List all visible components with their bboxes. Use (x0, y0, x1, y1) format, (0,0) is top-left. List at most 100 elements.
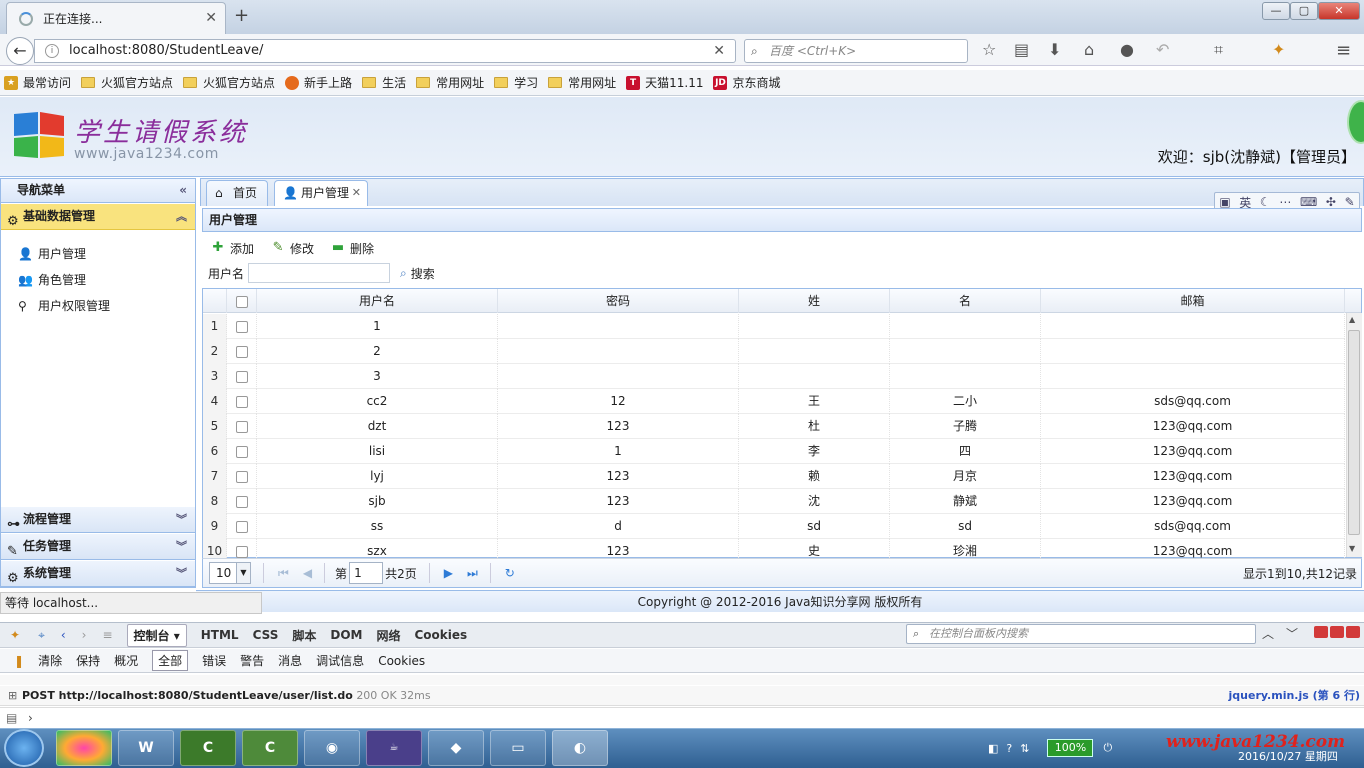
table-row[interactable]: 22 (203, 339, 1345, 364)
console-search-input[interactable]: ⌕ 在控制台面板内搜索 (906, 624, 1256, 644)
inspect-icon[interactable]: ⌖ (38, 628, 45, 643)
pin-icon[interactable]: ✣ (1326, 195, 1336, 209)
row-checkbox[interactable] (235, 370, 248, 383)
console-menu-icon[interactable]: ▤ (6, 708, 17, 728)
filter-all[interactable]: 全部 (152, 650, 189, 671)
column-header-lastname[interactable]: 姓 (739, 289, 890, 313)
help-icon[interactable]: ? (1006, 742, 1012, 755)
taskbar-app-icon[interactable] (56, 730, 112, 766)
profile-button[interactable]: 概况 (114, 652, 138, 669)
download-icon[interactable]: ⬇ (1048, 40, 1061, 59)
next-page-button[interactable]: ▶ (444, 566, 453, 580)
refresh-icon[interactable]: ↻ (505, 566, 515, 580)
console-log-entry[interactable]: ⊞ POST http://localhost:8080/StudentLeav… (0, 686, 1364, 706)
log-source-link[interactable]: jquery.min.js (第 6 行) (1229, 686, 1360, 706)
taskbar-mysql-icon[interactable]: ◆ (428, 730, 484, 766)
column-header-username[interactable]: 用户名 (257, 289, 498, 313)
section-process[interactable]: ⊶ 流程管理 ︾ (1, 507, 195, 533)
username-search-input[interactable] (248, 263, 391, 283)
scroll-down-icon[interactable]: ▼ (1349, 544, 1355, 553)
bookmark-folder[interactable]: 常用网址 (416, 74, 484, 91)
taskbar-word-icon[interactable]: W (118, 730, 174, 766)
tab-home[interactable]: ⌂ 首页 (206, 180, 268, 206)
taskbar-firefox-icon[interactable]: ◐ (552, 730, 608, 766)
column-header-email[interactable]: 邮箱 (1041, 289, 1345, 313)
last-page-button[interactable]: ⏭ (467, 566, 478, 581)
row-checkbox[interactable] (235, 545, 248, 558)
sidebar-item-role-management[interactable]: 👥 角色管理 (18, 271, 86, 288)
search-icon[interactable]: ⌕ (400, 266, 407, 281)
sidebar-item-permission-management[interactable]: ⚲ 用户权限管理 (18, 297, 110, 314)
menu-icon[interactable]: ≡ (1336, 40, 1351, 61)
table-row[interactable]: 11 (203, 314, 1345, 339)
filter-cookies[interactable]: Cookies (378, 654, 425, 668)
tray-icon[interactable]: ◧ (988, 742, 998, 755)
stop-icon[interactable]: ✕ (713, 40, 725, 62)
table-row[interactable]: 33 (203, 364, 1345, 389)
bookmark-folder[interactable]: 生活 (362, 74, 406, 91)
tab-cookies[interactable]: Cookies (414, 628, 467, 642)
row-checkbox[interactable] (235, 320, 248, 333)
row-checkbox[interactable] (235, 420, 248, 433)
tab-css[interactable]: CSS (253, 628, 279, 642)
chevron-down-icon[interactable]: ﹀ (1286, 625, 1298, 642)
dots-icon[interactable]: ⋯ (1279, 195, 1291, 209)
chevron-down-icon[interactable]: ︾ (176, 507, 187, 532)
table-row[interactable]: 9 ss d sd sd sds@qq.com (203, 514, 1345, 539)
firebug-icon[interactable]: ✦ (10, 628, 20, 642)
maximize-button[interactable]: ▢ (1290, 2, 1318, 20)
clock[interactable]: 2016/10/27 星期四 (1238, 748, 1338, 764)
clear-button[interactable]: 清除 (38, 652, 62, 669)
page-size-select[interactable]: 10 ▼ (209, 562, 251, 584)
bookmark-star-icon[interactable]: ☆ (982, 40, 996, 59)
column-header-password[interactable]: 密码 (498, 289, 739, 313)
filter-debug[interactable]: 调试信息 (316, 652, 364, 669)
first-page-button[interactable]: ⏮ (278, 566, 289, 581)
tab-console[interactable]: 控制台 ▾ (126, 623, 187, 647)
tab-network[interactable]: 网络 (376, 627, 400, 644)
chevron-down-icon[interactable]: ︾ (176, 534, 187, 559)
chat-icon[interactable]: ● (1120, 40, 1134, 59)
table-row[interactable]: 5 dzt 123 杜子腾 123@qq.com (203, 414, 1345, 439)
error-count-icon[interactable]: ❚ (14, 654, 24, 668)
bookmark-folder[interactable]: 常用网址 (548, 74, 616, 91)
home-icon[interactable]: ⌂ (1084, 40, 1094, 59)
new-tab-button[interactable]: + (234, 5, 249, 26)
edit-button[interactable]: ✎ 修改 (270, 240, 314, 257)
undo-icon[interactable]: ↶ (1156, 40, 1169, 59)
page-number-input[interactable]: 1 (349, 562, 384, 584)
row-checkbox[interactable] (235, 520, 248, 533)
bookmark-folder[interactable]: 学习 (494, 74, 538, 91)
table-row[interactable]: 7 lyj 123 赖月京 123@qq.com (203, 464, 1345, 489)
sidebar-item-user-management[interactable]: 👤 用户管理 (18, 245, 86, 262)
collapse-sidebar-icon[interactable]: « (179, 179, 187, 201)
close-window-button[interactable]: ✕ (1318, 2, 1360, 20)
screenshot-icon[interactable]: ⌗ (1214, 40, 1223, 60)
start-button[interactable] (4, 729, 44, 767)
close-tab-icon[interactable]: ✕ (352, 181, 361, 205)
column-header-firstname[interactable]: 名 (890, 289, 1041, 313)
close-tab-icon[interactable]: ✕ (205, 10, 217, 26)
taskbar-camtasia-icon[interactable]: C (180, 730, 236, 766)
scroll-up-icon[interactable]: ▲ (1349, 315, 1355, 324)
prev-page-button[interactable]: ◀ (303, 566, 312, 580)
filter-info[interactable]: 消息 (278, 652, 302, 669)
chevron-down-icon[interactable]: ︾ (176, 561, 187, 586)
close-firebug-icon[interactable] (1346, 626, 1360, 638)
browser-tab[interactable]: 正在连接... ✕ (6, 2, 226, 34)
section-basic-data[interactable]: ⚙ 基础数据管理 ︽ (1, 204, 195, 230)
taskbar-chrome-icon[interactable]: ◉ (304, 730, 360, 766)
ime-logo-icon[interactable]: ▣ (1219, 195, 1230, 209)
back-arrow-icon[interactable]: ‹ (61, 628, 66, 642)
detach-firebug-icon[interactable] (1330, 626, 1344, 638)
filter-errors[interactable]: 错误 (202, 652, 226, 669)
row-checkbox[interactable] (235, 445, 248, 458)
filter-warnings[interactable]: 警告 (240, 652, 264, 669)
expand-icon[interactable]: ⊞ (8, 686, 17, 706)
bookmark-folder[interactable]: 火狐官方站点 (81, 74, 173, 91)
wrench-icon[interactable]: ✎ (1345, 195, 1355, 209)
taskbar-folder-icon[interactable]: ▭ (490, 730, 546, 766)
row-checkbox[interactable] (235, 495, 248, 508)
delete-button[interactable]: ▬ 删除 (330, 240, 374, 257)
row-checkbox[interactable] (235, 470, 248, 483)
